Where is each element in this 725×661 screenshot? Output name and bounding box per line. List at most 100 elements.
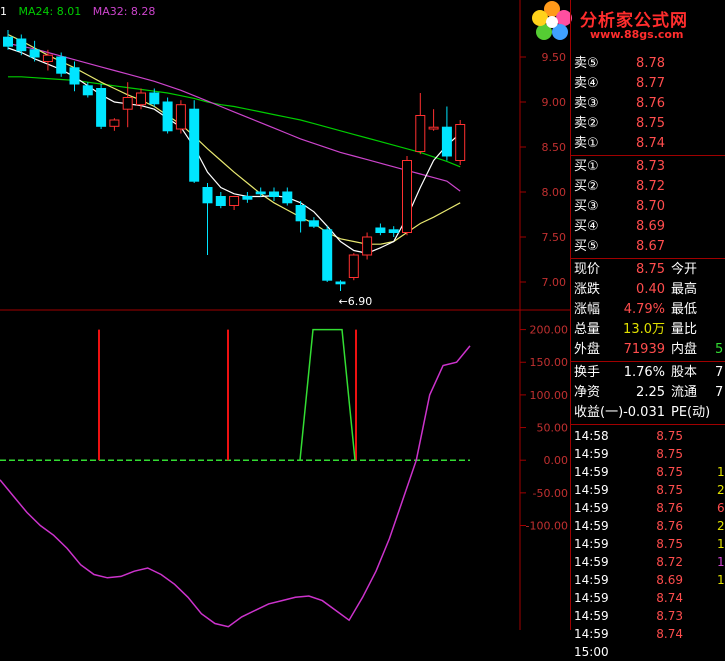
ind-axis-label: 100.00 [530, 389, 569, 402]
fundamental-label2: 流通 [671, 385, 698, 400]
candle-body [3, 36, 13, 47]
candle-body [82, 85, 93, 96]
candle-body [335, 281, 346, 285]
stat-label2: 今开 [671, 262, 698, 277]
candle-body [255, 191, 266, 195]
candle-body [282, 191, 293, 204]
stat-label: 外盘 [574, 342, 601, 357]
tick-price: 8.75 [656, 429, 683, 443]
tick-volume: 1 [717, 465, 725, 479]
ask-price: 8.74 [636, 136, 665, 151]
candle-body [388, 229, 399, 234]
tick-price: 8.72 [656, 555, 683, 569]
candle-body [295, 205, 306, 222]
price-axis-label: 8.00 [542, 186, 567, 199]
candle-body [122, 97, 133, 110]
stat-row: 涨幅 4.79% 最低 [571, 300, 725, 320]
stat-label: 总量 [574, 322, 601, 337]
tick-volume: 10 [717, 555, 725, 569]
candle-body [441, 126, 452, 157]
tick-time: 14:59 [574, 537, 609, 551]
ind-magenta-line [0, 345, 471, 628]
stat-value: 0.40 [636, 282, 665, 297]
bid-price: 8.72 [636, 179, 665, 194]
ind-axis-label: -100.00 [526, 520, 568, 533]
tick-time: 14:59 [574, 573, 609, 587]
candle-body [202, 187, 213, 204]
ask-row[interactable]: 卖④ 8.77 [571, 74, 725, 94]
ask-row[interactable]: 卖② 8.75 [571, 114, 725, 134]
stat-value: 71939 [623, 342, 665, 357]
bid-price: 8.70 [636, 199, 665, 214]
tick-price: 8.73 [656, 609, 683, 623]
price-axis-label: 7.50 [542, 231, 567, 244]
kline-chart-area[interactable]: 9.50 9.00 8.50 8.00 7.50 7.00 200.00 150.00 100.… [0, 0, 570, 630]
tick-row: 15:00 [571, 643, 725, 661]
tick-price: 8.75 [656, 447, 683, 461]
fundamental-label2: PE(动) [671, 405, 711, 420]
ind-axis-label: -50.00 [533, 487, 568, 500]
candle-body [56, 56, 67, 74]
bid-row[interactable]: 买② 8.72 [571, 177, 725, 197]
kline-chart-svg[interactable]: 9.509.008.508.007.507.00200.00150.00100.… [0, 0, 570, 630]
ma-legend: 1 MA24: 8.01 MA32: 8.28 [0, 5, 163, 18]
tick-row: 14:59 8.74 [571, 589, 725, 607]
tick-price: 8.74 [656, 627, 683, 641]
bid-price: 8.69 [636, 219, 665, 234]
fundamental-value: -0.031 [623, 405, 665, 420]
stats-separator [571, 258, 725, 259]
bid-row[interactable]: 买⑤ 8.67 [571, 237, 725, 257]
candle-body [109, 119, 120, 127]
fundamental-row: 收益(一) -0.031 PE(动) [571, 403, 725, 423]
stat-label: 现价 [574, 262, 601, 277]
candle-body [175, 104, 186, 130]
ma32-line [7, 42, 461, 192]
ind-green-pulse [299, 328, 356, 461]
stat-label2: 量比 [671, 322, 698, 337]
candle-body [149, 92, 160, 105]
ind-axis-label: 200.00 [530, 324, 569, 337]
tick-volume: 2 [717, 519, 725, 533]
tick-time: 14:59 [574, 483, 609, 497]
bid-row[interactable]: 买③ 8.70 [571, 197, 725, 217]
price-axis-label: 9.00 [542, 96, 567, 109]
tick-volume: 6 [717, 501, 725, 515]
stat-label2: 最高 [671, 282, 698, 297]
tick-row: 14:59 8.75 1 [571, 535, 725, 553]
candle-body [136, 92, 146, 106]
ma24-line [8, 76, 461, 168]
candle-body [269, 191, 279, 197]
stat-label2: 内盘 [671, 342, 698, 357]
price-axis-label: 7.00 [542, 276, 567, 289]
legend-prefix: 1 [0, 5, 7, 18]
ask-label: 卖② [574, 116, 599, 131]
tick-row: 14:58 8.75 [571, 427, 725, 445]
tick-time: 14:58 [574, 429, 609, 443]
ind-axis-label: 150.00 [530, 356, 569, 369]
bid-label: 买⑤ [574, 239, 599, 254]
ask-row[interactable]: 卖① 8.74 [571, 134, 725, 154]
candle-body [415, 115, 426, 152]
tick-volume: 1 [717, 537, 725, 551]
tick-time: 14:59 [574, 609, 609, 623]
candle-body [348, 254, 359, 278]
candle-body [455, 124, 466, 161]
bid-label: 买④ [574, 219, 599, 234]
ask-row[interactable]: 卖⑤ 8.78 [571, 54, 725, 74]
fundamental-label: 收益(一) [574, 405, 624, 420]
stat-row: 总量 13.0万 量比 [571, 320, 725, 340]
tick-row: 14:59 8.74 [571, 625, 725, 643]
ask-price: 8.76 [636, 96, 665, 111]
stat-row: 涨跌 0.40 最高 [571, 280, 725, 300]
bid-row[interactable]: 买④ 8.69 [571, 217, 725, 237]
fundamental-row: 换手 1.76% 股本 7 [571, 363, 725, 383]
ask-row[interactable]: 卖③ 8.76 [571, 94, 725, 114]
ma-mid-line [7, 33, 461, 245]
stat-label: 涨幅 [574, 302, 601, 317]
fundamental-label: 换手 [574, 365, 601, 380]
bid-row[interactable]: 买① 8.73 [571, 157, 725, 177]
fundamental-value: 2.25 [636, 385, 665, 400]
stat-value: 8.75 [636, 262, 665, 277]
fundamental-value2: 7 [715, 385, 724, 400]
fundamental-value2: 7 [715, 365, 724, 380]
